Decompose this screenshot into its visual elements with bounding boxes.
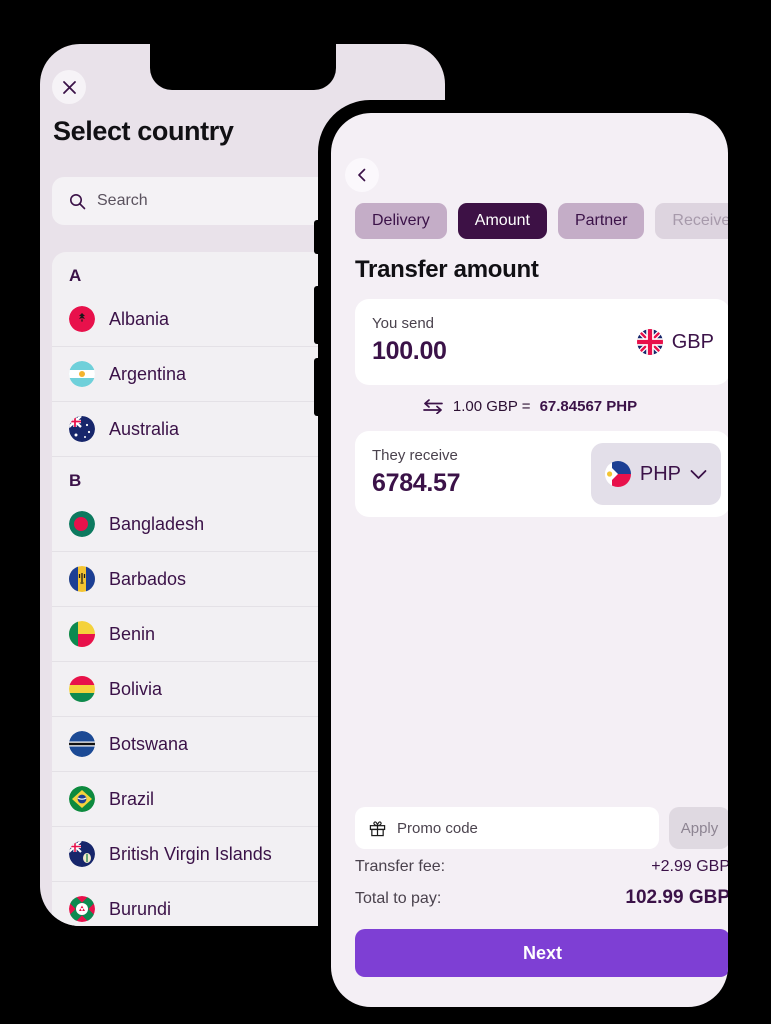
country-name: Bangladesh [109,513,205,534]
tab-amount[interactable]: Amount [457,203,547,239]
page-title: Select country [53,116,234,146]
transfer-fee-value: +2.99 GBP [651,858,728,875]
country-name: Albania [109,308,170,329]
send-currency: GBP [636,329,714,355]
country-name: Bolivia [109,678,163,699]
total-to-pay-label: Total to pay: [355,890,442,907]
gift-icon [369,820,386,836]
rate-value: 67.84567 PHP [539,398,638,415]
receive-currency-selector[interactable]: PHP [590,443,721,505]
chevron-left-icon [358,168,366,182]
screenshot-stage: Select country Search A Albania Argentin… [0,0,771,1024]
country-name: British Virgin Islands [109,843,272,864]
send-label: You send [372,315,435,332]
search-icon [70,193,86,209]
albania-flag-icon [69,306,95,332]
promo-code-input[interactable]: Promo code [355,807,659,849]
uk-flag-icon [636,329,663,355]
burundi-flag-icon [69,896,95,922]
argentina-flag-icon [69,361,95,387]
volume-down-button [314,358,319,416]
step-tabs[interactable]: Delivery Amount Partner Receiver [355,203,728,239]
tab-delivery[interactable]: Delivery [355,203,447,239]
country-name: Australia [109,418,180,439]
total-to-pay-row: Total to pay: 102.99 GBP [355,887,728,909]
back-button[interactable] [345,158,379,192]
country-name: Burundi [109,898,172,919]
country-name: Argentina [109,363,187,384]
phone-notch [149,44,336,90]
bangladesh-flag-icon [69,511,95,537]
exchange-rate-row: 1.00 GBP = 67.84567 PHP [331,398,728,415]
receive-currency-code: PHP [639,462,681,485]
close-button[interactable] [52,70,86,104]
promo-placeholder: Promo code [397,819,478,837]
barbados-flag-icon [69,566,95,592]
promo-row: Promo code Apply [355,807,728,849]
australia-flag-icon [69,416,95,442]
country-name: Barbados [109,568,187,589]
receive-label: They receive [372,447,458,464]
total-to-pay-value: 102.99 GBP [625,887,728,908]
transfer-amount-phone: Delivery Amount Partner Receiver Transfe… [314,100,741,1020]
transfer-fee-label: Transfer fee: [355,858,446,875]
send-amount-value[interactable]: 100.00 [372,337,447,366]
country-name: Brazil [109,788,155,809]
transfer-screen: Delivery Amount Partner Receiver Transfe… [331,113,728,1007]
close-icon [62,80,76,94]
volume-up-button [314,286,319,344]
next-button[interactable]: Next [355,929,728,977]
section-title: Transfer amount [355,256,539,283]
benin-flag-icon [69,621,95,647]
botswana-flag-icon [69,731,95,757]
search-placeholder: Search [97,192,148,209]
country-name: Benin [109,623,156,644]
chevron-down-icon [690,469,707,479]
philippines-flag-icon [604,461,631,487]
receive-amount-value[interactable]: 6784.57 [372,469,461,498]
country-name: Botswana [109,733,189,754]
send-currency-code: GBP [671,330,714,353]
british-virgin-islands-flag-icon [69,841,95,867]
rate-prefix: 1.00 GBP = [452,398,531,415]
tab-partner[interactable]: Partner [557,203,645,239]
swap-arrows-icon [423,399,443,414]
transfer-fee-row: Transfer fee: +2.99 GBP [355,858,728,876]
receive-amount-card[interactable]: They receive 6784.57 PHP [355,431,728,517]
apply-button[interactable]: Apply [669,807,728,849]
tab-receiver: Receiver [655,203,728,239]
send-amount-card[interactable]: You send 100.00 GBP [355,299,728,385]
bolivia-flag-icon [69,676,95,702]
mute-switch [314,220,319,254]
brazil-flag-icon [69,786,95,812]
